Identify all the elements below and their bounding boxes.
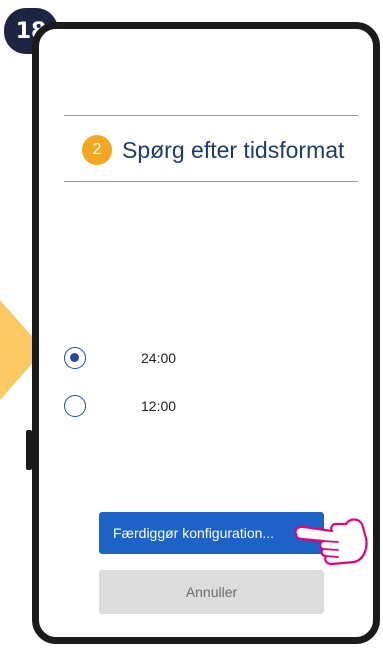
header-divider-bottom: [64, 181, 358, 182]
radio-12h[interactable]: [64, 395, 86, 417]
section-header: 2 Spørg efter tidsformat: [82, 132, 344, 168]
finish-configuration-button[interactable]: Færdiggør konfiguration...: [99, 512, 324, 554]
cancel-button[interactable]: Annuller: [99, 570, 324, 614]
page-title: Spørg efter tidsformat: [122, 136, 345, 163]
step-index-badge: 2: [82, 135, 112, 165]
option-24h[interactable]: 24:00: [64, 347, 176, 369]
option-24h-label: 24:00: [141, 350, 177, 366]
option-12h-label: 12:00: [141, 398, 177, 414]
radio-24h[interactable]: [64, 347, 86, 369]
hand-pointer-icon: [294, 518, 368, 566]
header-divider-top: [64, 115, 358, 116]
option-12h[interactable]: 12:00: [64, 395, 176, 417]
